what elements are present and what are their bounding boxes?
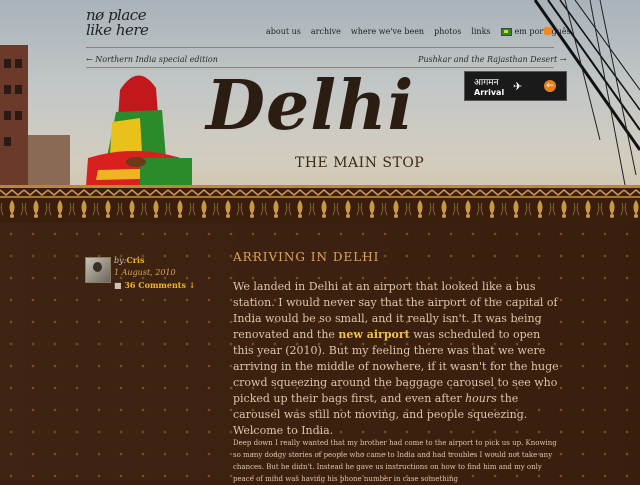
ornamental-border-pattern bbox=[0, 185, 640, 223]
arrival-sign: आगमन Arrival ✈ ← bbox=[464, 71, 567, 101]
nav-links[interactable]: links bbox=[471, 27, 490, 36]
new-airport-link[interactable]: new airport bbox=[338, 328, 409, 341]
author-avatar[interactable] bbox=[85, 257, 111, 283]
next-post-label: Pushkar and the Rajasthan Desert bbox=[418, 55, 558, 64]
post-meta: by:Cris 1 August, 2010 ■ 36 Comments ↓ bbox=[114, 254, 196, 291]
nav-where-weve-been[interactable]: where we've been bbox=[351, 27, 424, 36]
logo-line-2: like here bbox=[86, 21, 149, 39]
post-paragraph-1: We landed in Delhi at an airport that lo… bbox=[233, 280, 559, 437]
nav-archive[interactable]: archive bbox=[311, 27, 341, 36]
airplane-icon: ✈ bbox=[513, 80, 523, 93]
site-logo[interactable]: nø place like here bbox=[86, 8, 149, 39]
comments-link[interactable]: ■ 36 Comments ↓ bbox=[114, 279, 196, 291]
author-link[interactable]: Cris bbox=[126, 255, 144, 265]
arrow-left-icon: ← bbox=[86, 55, 96, 64]
arrow-down-icon: ↓ bbox=[186, 280, 196, 290]
next-post-link[interactable]: Pushkar and the Rajasthan Desert → bbox=[418, 55, 566, 64]
post-date: 1 August, 2010 bbox=[114, 268, 176, 277]
page-title: Delhi bbox=[206, 66, 415, 146]
arrow-left-circle-icon: ← bbox=[544, 80, 556, 92]
arrow-right-icon: → bbox=[557, 55, 567, 64]
nav-portuguese[interactable]: em português bbox=[515, 27, 571, 36]
previous-post-label: Northern India special edition bbox=[95, 55, 218, 64]
emphasis-hours: hours bbox=[465, 392, 497, 405]
arrival-sign-hindi: आगमन bbox=[474, 78, 499, 88]
divider bbox=[86, 47, 554, 48]
post-content-area: by:Cris 1 August, 2010 ■ 36 Comments ↓ A… bbox=[0, 223, 640, 483]
nav-about-us[interactable]: about us bbox=[266, 27, 301, 36]
previous-post-link[interactable]: ← Northern India special edition bbox=[86, 55, 218, 64]
brazil-flag-icon bbox=[500, 27, 512, 36]
author-prefix: by: bbox=[114, 256, 127, 265]
comments-count: 36 Comments bbox=[124, 280, 186, 290]
post-title: ARRIVING IN DELHI bbox=[233, 250, 380, 264]
main-nav: about us archive where we've been photos… bbox=[266, 27, 581, 36]
ornamental-border bbox=[0, 185, 640, 223]
rss-icon[interactable] bbox=[544, 27, 552, 35]
comment-bubble-icon: ■ bbox=[114, 280, 125, 290]
header-banner: nø place like here about us archive wher… bbox=[0, 0, 640, 200]
page-subtitle: THE MAIN STOP bbox=[295, 155, 425, 171]
post-paragraph-2: Deep down I really wanted that my brothe… bbox=[233, 439, 557, 483]
woman-in-sari-illustration bbox=[86, 75, 192, 186]
nav-photos[interactable]: photos bbox=[434, 27, 461, 36]
arrival-sign-english: Arrival bbox=[474, 88, 505, 97]
